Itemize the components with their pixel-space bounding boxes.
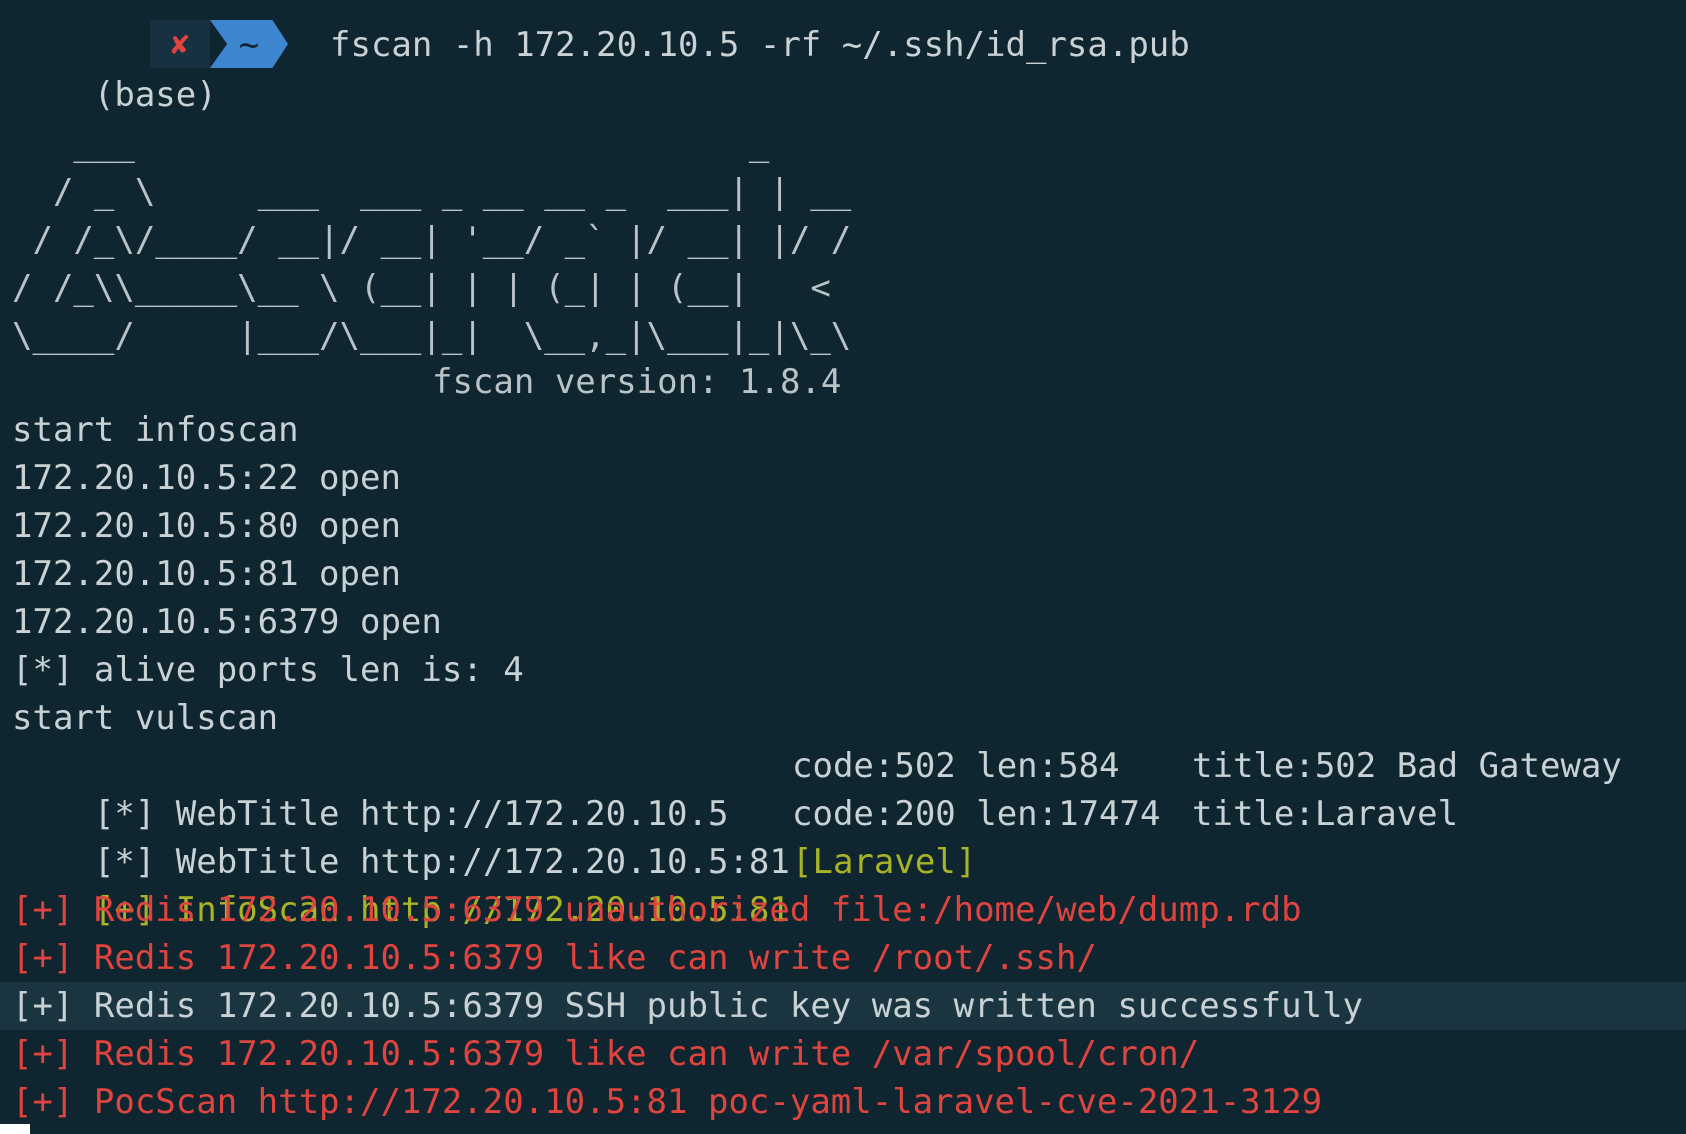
redis-result-line: [+] Redis 172.20.10.5:6379 unauthorized …	[12, 890, 1302, 930]
prompt-line: (base) ✘ ~ fscan -h 172.20.10.5 -rf ~/.s…	[0, 20, 1686, 115]
port-line: 172.20.10.5:6379 open	[12, 602, 442, 642]
webtitle-code: code:502 len:584	[792, 746, 1120, 786]
start-vulscan-line: start vulscan	[12, 698, 279, 738]
conda-env-label: (base)	[93, 75, 217, 115]
webtitle-line: [*] WebTitle http://172.20.10.5 code:502…	[0, 742, 1686, 834]
pocscan-line: [+] PocScan http://172.20.10.5:81 poc-ya…	[12, 1082, 1323, 1122]
redis-result-line: [+] Redis 172.20.10.5:6379 like can writ…	[12, 938, 1097, 978]
webtitle-title: title:502 Bad Gateway	[1192, 746, 1622, 786]
error-status-icon: ✘	[150, 20, 210, 68]
home-dir-segment: ~	[210, 20, 288, 68]
port-line: 172.20.10.5:80 open	[12, 506, 401, 546]
webtitle-title: title:Laravel	[1192, 794, 1459, 834]
port-line: 172.20.10.5:81 open	[12, 554, 401, 594]
banner-line-2: / _ \ ___ ___ _ __ __ _ ___| | __	[12, 172, 852, 212]
banner-line-1: ___ _	[12, 124, 770, 164]
infoscan-line: [+] InfoScan http://172.20.10.5:81 [Lara…	[0, 838, 1686, 930]
redis-cron-line: [+] Redis 172.20.10.5:6379 like can writ…	[12, 1034, 1200, 1074]
webtitle-code: code:200 len:17474	[792, 794, 1161, 834]
command-text: fscan -h 172.20.10.5 -rf ~/.ssh/id_rsa.p…	[330, 25, 1190, 65]
banner-line-3: / /_\/____/ __|/ __| '__/ _` |/ __| |/ /	[12, 220, 852, 260]
terminal-window[interactable]: (base) ✘ ~ fscan -h 172.20.10.5 -rf ~/.s…	[0, 0, 1686, 1134]
banner-line-5: \____/ |___/\___|_| \__,_|\___|_|\_\	[12, 316, 852, 356]
alive-ports-line: [*] alive ports len is: 4	[12, 650, 524, 690]
version-line: fscan version: 1.8.4	[432, 362, 842, 402]
webtitle-line: [*] WebTitle http://172.20.10.5:81 code:…	[0, 790, 1686, 882]
banner-line-4: / /_\\_____\__ \ (__| | | (_| | (__| <	[12, 268, 831, 308]
start-infoscan-line: start infoscan	[12, 410, 299, 450]
terminal-cursor	[0, 1124, 30, 1134]
infoscan-tag: [Laravel]	[792, 842, 977, 882]
port-line: 172.20.10.5:22 open	[12, 458, 401, 498]
ssh-success-line: [+] Redis 172.20.10.5:6379 SSH public ke…	[0, 982, 1686, 1030]
